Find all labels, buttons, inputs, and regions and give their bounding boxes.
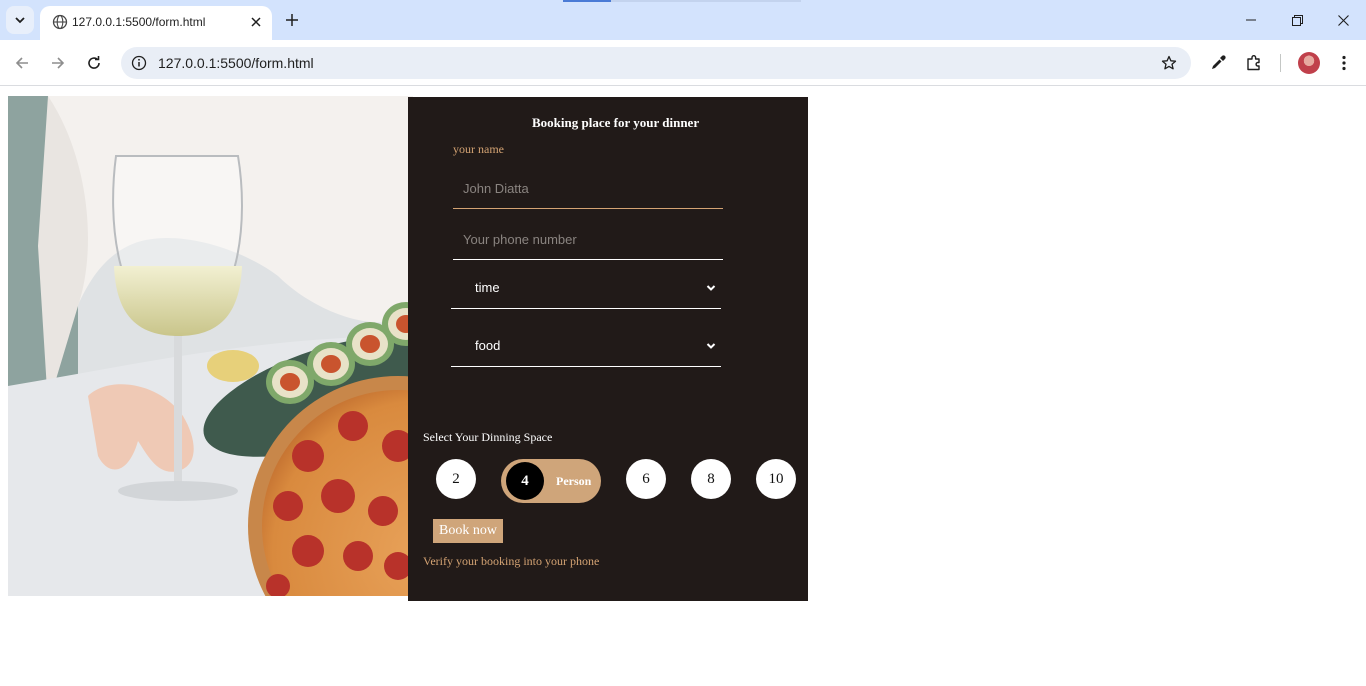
close-window-button[interactable] xyxy=(1320,0,1366,40)
eyedropper-button[interactable] xyxy=(1206,51,1230,75)
globe-icon xyxy=(52,14,68,30)
browser-toolbar: 127.0.0.1:5500/form.html xyxy=(0,40,1366,86)
address-bar[interactable]: 127.0.0.1:5500/form.html xyxy=(121,47,1191,79)
time-select-value: time xyxy=(475,280,500,295)
restore-icon xyxy=(1291,14,1303,26)
food-select[interactable]: food xyxy=(451,327,721,367)
eyedropper-icon xyxy=(1212,55,1226,69)
restore-button[interactable] xyxy=(1274,0,1320,40)
size-option-6[interactable]: 6 xyxy=(626,459,666,499)
reload-button[interactable] xyxy=(80,49,108,77)
new-tab-button[interactable] xyxy=(280,8,304,32)
tab-list-icon xyxy=(15,17,25,24)
chevron-down-icon xyxy=(706,285,716,291)
menu-icon xyxy=(1342,55,1346,71)
site-info-icon xyxy=(131,55,147,71)
tab-strip: 127.0.0.1:5500/form.html xyxy=(0,0,1366,40)
size-option-10[interactable]: 10 xyxy=(756,459,796,499)
name-label: your name xyxy=(453,142,504,156)
verify-text: Verify your booking into your phone xyxy=(423,554,600,568)
booking-form: Booking place for your dinner your name … xyxy=(408,97,808,601)
extensions-icon xyxy=(1247,55,1260,71)
phone-field[interactable] xyxy=(453,220,723,260)
selected-size-label: Person xyxy=(556,474,592,488)
site-info-button[interactable] xyxy=(129,53,149,73)
chevron-down-icon xyxy=(706,343,716,349)
minimize-icon xyxy=(1246,19,1256,21)
dining-space-label: Select Your Dinning Space xyxy=(423,430,553,444)
food-select-value: food xyxy=(475,338,501,353)
close-tab-button[interactable] xyxy=(246,12,266,32)
extensions-button[interactable] xyxy=(1242,51,1266,75)
size-option-2[interactable]: 2 xyxy=(436,459,476,499)
menu-button[interactable] xyxy=(1332,51,1356,75)
name-field[interactable] xyxy=(453,169,723,209)
form-title: Booking place for your dinner xyxy=(532,115,700,130)
minimize-button[interactable] xyxy=(1228,0,1274,40)
back-button[interactable] xyxy=(8,49,36,77)
back-icon xyxy=(15,57,28,69)
size-option-4-selected[interactable]: 4 Person xyxy=(501,459,601,503)
size-option-8[interactable]: 8 xyxy=(691,459,731,499)
star-icon xyxy=(1161,55,1177,70)
forward-icon xyxy=(52,57,65,69)
close-window-icon xyxy=(1337,14,1349,26)
tab-title: 127.0.0.1:5500/form.html xyxy=(72,15,206,29)
close-icon xyxy=(251,17,261,27)
toolbar-separator xyxy=(1280,54,1281,72)
book-now-button[interactable]: Book now xyxy=(433,519,503,543)
avatar[interactable] xyxy=(1298,52,1320,74)
bookmark-button[interactable] xyxy=(1159,53,1179,73)
reload-icon xyxy=(88,56,100,69)
tab-list-button[interactable] xyxy=(6,6,34,34)
tab-strip-accent xyxy=(611,0,801,2)
selected-size-number: 4 xyxy=(506,462,544,500)
dinner-photo xyxy=(8,96,413,596)
forward-button[interactable] xyxy=(44,49,72,77)
plus-icon xyxy=(286,14,298,26)
time-select[interactable]: time xyxy=(451,269,721,309)
browser-tab[interactable]: 127.0.0.1:5500/form.html xyxy=(40,6,272,40)
url-text: 127.0.0.1:5500/form.html xyxy=(158,55,314,71)
tab-strip-accent xyxy=(563,0,611,2)
